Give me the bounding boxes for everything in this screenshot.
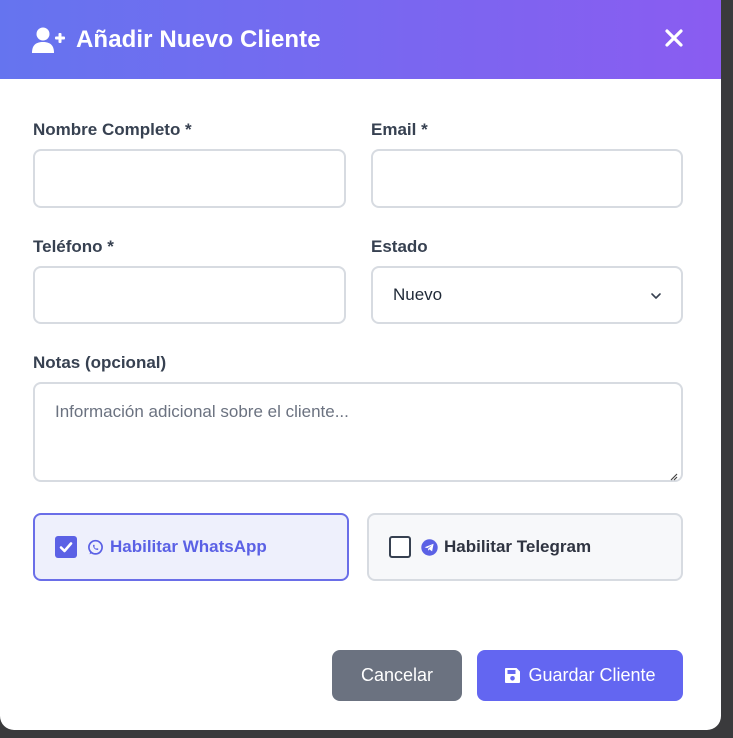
status-select[interactable]: Nuevo [371,266,683,324]
telegram-toggle[interactable]: Habilitar Telegram [367,513,683,581]
telegram-icon [421,538,438,556]
chevron-down-icon [649,288,663,302]
phone-field[interactable] [33,266,346,324]
whatsapp-toggle[interactable]: Habilitar WhatsApp [33,513,349,581]
add-client-modal: Añadir Nuevo Cliente Nombre Completo * E… [0,0,721,730]
save-button-label: Guardar Cliente [528,665,656,685]
whatsapp-icon [87,539,104,556]
save-icon [504,667,521,684]
modal-header: Añadir Nuevo Cliente [0,0,721,79]
telegram-label: Habilitar Telegram [444,537,592,556]
save-client-button[interactable]: Guardar Cliente [477,650,683,701]
name-field[interactable] [33,149,346,208]
email-field[interactable] [371,149,683,208]
close-icon[interactable] [659,23,689,53]
notes-label: Notas (opcional) [33,353,167,372]
resize-handle-icon[interactable] [668,468,678,481]
user-plus-icon [32,25,66,55]
whatsapp-label: Habilitar WhatsApp [110,537,267,556]
cancel-button[interactable]: Cancelar [332,650,462,701]
status-selected-value: Nuevo [393,285,443,304]
telegram-checkbox[interactable] [389,536,411,558]
modal-title: Añadir Nuevo Cliente [76,25,321,53]
phone-label: Teléfono * [33,237,114,256]
name-label: Nombre Completo * [33,120,192,139]
email-label: Email * [371,120,428,139]
notes-textarea[interactable] [33,382,683,482]
status-label: Estado [371,237,428,256]
whatsapp-checkbox[interactable] [55,536,77,558]
